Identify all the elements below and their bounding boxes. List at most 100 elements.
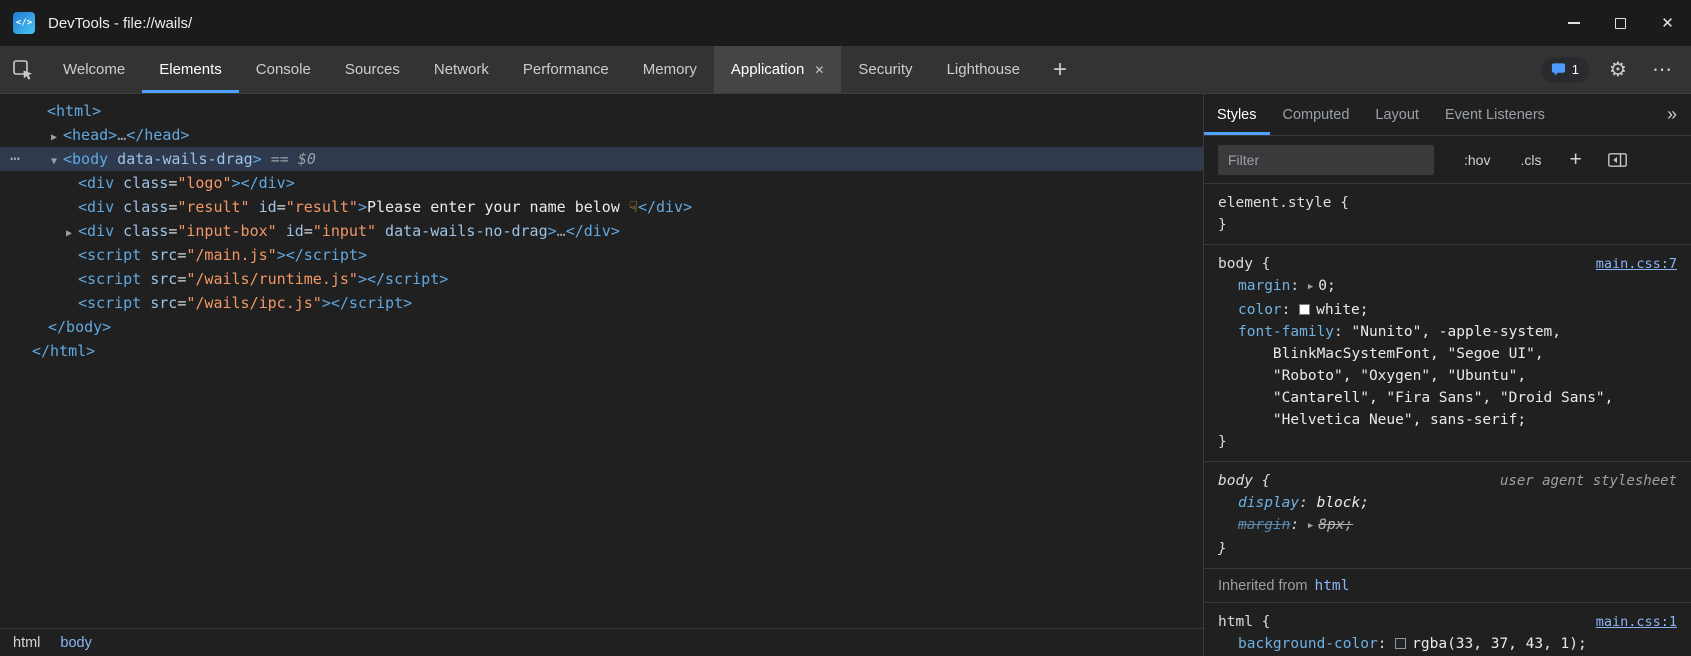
add-tab-button[interactable]: + [1037, 46, 1083, 93]
css-property-value: 8px; [1318, 517, 1353, 533]
sidebar-tab-computed[interactable]: Computed [1270, 94, 1363, 135]
css-property-name: background-color [1238, 636, 1378, 652]
sidebar-tabs: StylesComputedLayoutEvent Listeners » [1204, 94, 1691, 136]
tree-line[interactable]: <script src="/wails/runtime.js"></script… [0, 267, 1203, 291]
stylesheet-origin-label: user agent stylesheet [1500, 470, 1677, 492]
settings-button[interactable]: ⚙ [1603, 55, 1633, 85]
tree-line[interactable]: ▶<head>…</head> [0, 123, 1203, 147]
tree-line[interactable]: </body> [0, 315, 1203, 339]
window-title: DevTools - file://wails/ [48, 15, 192, 32]
css-property-name: margin [1238, 278, 1290, 294]
breadcrumb-item-body[interactable]: body [60, 635, 91, 651]
stylesheet-link[interactable]: main.css:1 [1596, 611, 1677, 633]
rule-selector: body [1218, 473, 1253, 489]
issues-count: 1 [1572, 62, 1579, 77]
gear-icon: ⚙ [1609, 57, 1627, 82]
minimize-button[interactable] [1550, 0, 1597, 46]
css-property-value: 0; [1318, 278, 1335, 294]
tab-label: Welcome [63, 61, 125, 78]
filter-input[interactable] [1218, 145, 1434, 175]
css-declaration[interactable]: margin: ▶8px; [1218, 514, 1677, 538]
minimize-icon [1568, 22, 1580, 23]
inherited-from-row: Inherited from html [1204, 569, 1691, 603]
tree-line[interactable]: </html> [0, 339, 1203, 363]
elements-panel: <html>▶<head>…</head>⋯▼<body data-wails-… [0, 94, 1203, 656]
panel-tabs: Welcome Elements Console SourcesNetwork Perf… [46, 46, 1037, 93]
inspect-icon [12, 59, 34, 81]
tab-welcome[interactable]: Welcome [46, 46, 142, 93]
tree-line[interactable]: <div class="logo"></div> [0, 171, 1203, 195]
close-tab-icon[interactable]: ✕ [814, 63, 824, 77]
rule-selector-line: main.css:1html { [1218, 611, 1677, 633]
breadcrumb: html body [0, 628, 1203, 656]
css-declaration[interactable]: background-color: rgba(33, 37, 43, 1); [1218, 633, 1677, 655]
css-property-value: rgba(33, 37, 43, 1); [1412, 636, 1587, 652]
tab-performance[interactable]: Performance [506, 46, 626, 93]
tab-label: Performance [523, 61, 609, 78]
breadcrumb-item-html[interactable]: html [13, 635, 40, 651]
more-sidebar-tabs-icon[interactable]: » [1653, 94, 1691, 135]
tab-elements[interactable]: Elements [142, 46, 239, 93]
color-swatch[interactable] [1395, 638, 1406, 649]
rule-selector-line: user agent stylesheetbody { [1218, 470, 1677, 492]
styles-sidebar: StylesComputedLayoutEvent Listeners » :ho… [1203, 94, 1691, 656]
inherited-node-link[interactable]: html [1314, 575, 1349, 597]
style-rule: main.css:1html {background-color: rgba(3… [1204, 603, 1691, 656]
tab-security[interactable]: Security [841, 46, 929, 93]
tab-label: Lighthouse [947, 61, 1020, 78]
sidebar-tab-layout[interactable]: Layout [1362, 94, 1432, 135]
tree-line[interactable]: <script src="/main.js"></script> [0, 243, 1203, 267]
css-property-name: color [1238, 302, 1282, 318]
node-options-icon[interactable]: ⋯ [10, 147, 21, 171]
color-swatch[interactable] [1299, 304, 1310, 315]
expand-shorthand-icon[interactable]: ▶ [1308, 515, 1313, 537]
stylesheet-link[interactable]: main.css:7 [1596, 253, 1677, 275]
rule-selector: element.style [1218, 195, 1332, 211]
computed-sidebar-toggle-button[interactable] [1608, 153, 1627, 167]
css-declaration[interactable]: color: white; [1218, 299, 1677, 321]
rule-selector: html [1218, 614, 1253, 630]
tab-sources[interactable]: Sources [328, 46, 417, 93]
css-property-value: white; [1316, 302, 1368, 318]
inspect-element-button[interactable] [0, 46, 46, 93]
sidebar-panel-icon [1608, 153, 1627, 167]
toolbar-right-cluster: 1 ⚙ ⋯ [1541, 55, 1691, 85]
tree-line[interactable]: <div class="result" id="result">Please e… [0, 195, 1203, 219]
toggle-element-classes-button[interactable]: .cls [1520, 152, 1541, 168]
tree-line[interactable]: <html> [0, 99, 1203, 123]
css-property-name: font-family [1238, 324, 1334, 340]
styles-toolbar: :hov .cls + [1204, 136, 1691, 184]
title-bar: </> DevTools - file://wails/ ✕ [0, 0, 1691, 46]
main-area: <html>▶<head>…</head>⋯▼<body data-wails-… [0, 94, 1691, 656]
expand-shorthand-icon[interactable]: ▶ [1308, 276, 1313, 298]
sidebar-tab-event-listeners[interactable]: Event Listeners [1432, 94, 1558, 135]
toggle-pseudo-state-button[interactable]: :hov [1464, 152, 1490, 168]
tab-console[interactable]: Console [239, 46, 328, 93]
css-declaration[interactable]: font-family: "Nunito", -apple-system, Bl… [1218, 321, 1677, 431]
maximize-button[interactable] [1597, 0, 1644, 46]
css-property-name: display [1238, 495, 1299, 511]
tab-label: Application [731, 61, 804, 78]
rule-close-brace: } [1218, 214, 1677, 236]
css-property-value: block; [1317, 495, 1369, 511]
tree-line[interactable]: ▶<div class="input-box" id="input" data-… [0, 219, 1203, 243]
sidebar-tab-styles[interactable]: Styles [1204, 94, 1270, 135]
inherited-from-label: Inherited from [1218, 575, 1307, 597]
tab-application[interactable]: Application ✕ [714, 46, 841, 93]
css-declaration[interactable]: margin: ▶0; [1218, 275, 1677, 299]
new-style-rule-button[interactable]: + [1569, 148, 1581, 172]
more-options-button[interactable]: ⋯ [1647, 55, 1677, 85]
close-button[interactable]: ✕ [1644, 0, 1691, 46]
tab-lighthouse[interactable]: Lighthouse [930, 46, 1037, 93]
tree-line[interactable]: ⋯▼<body data-wails-drag> == $0 [0, 147, 1203, 171]
tab-label: Console [256, 61, 311, 78]
css-declaration[interactable]: display: block; [1218, 492, 1677, 514]
tab-network[interactable]: Network [417, 46, 506, 93]
style-rule: user agent stylesheetbody {display: bloc… [1204, 462, 1691, 569]
window-controls: ✕ [1550, 0, 1691, 46]
tab-memory[interactable]: Memory [626, 46, 714, 93]
more-options-icon: ⋯ [1652, 57, 1672, 82]
issues-counter[interactable]: 1 [1541, 57, 1589, 83]
devtools-app-icon: </> [13, 12, 35, 34]
tree-line[interactable]: <script src="/wails/ipc.js"></script> [0, 291, 1203, 315]
